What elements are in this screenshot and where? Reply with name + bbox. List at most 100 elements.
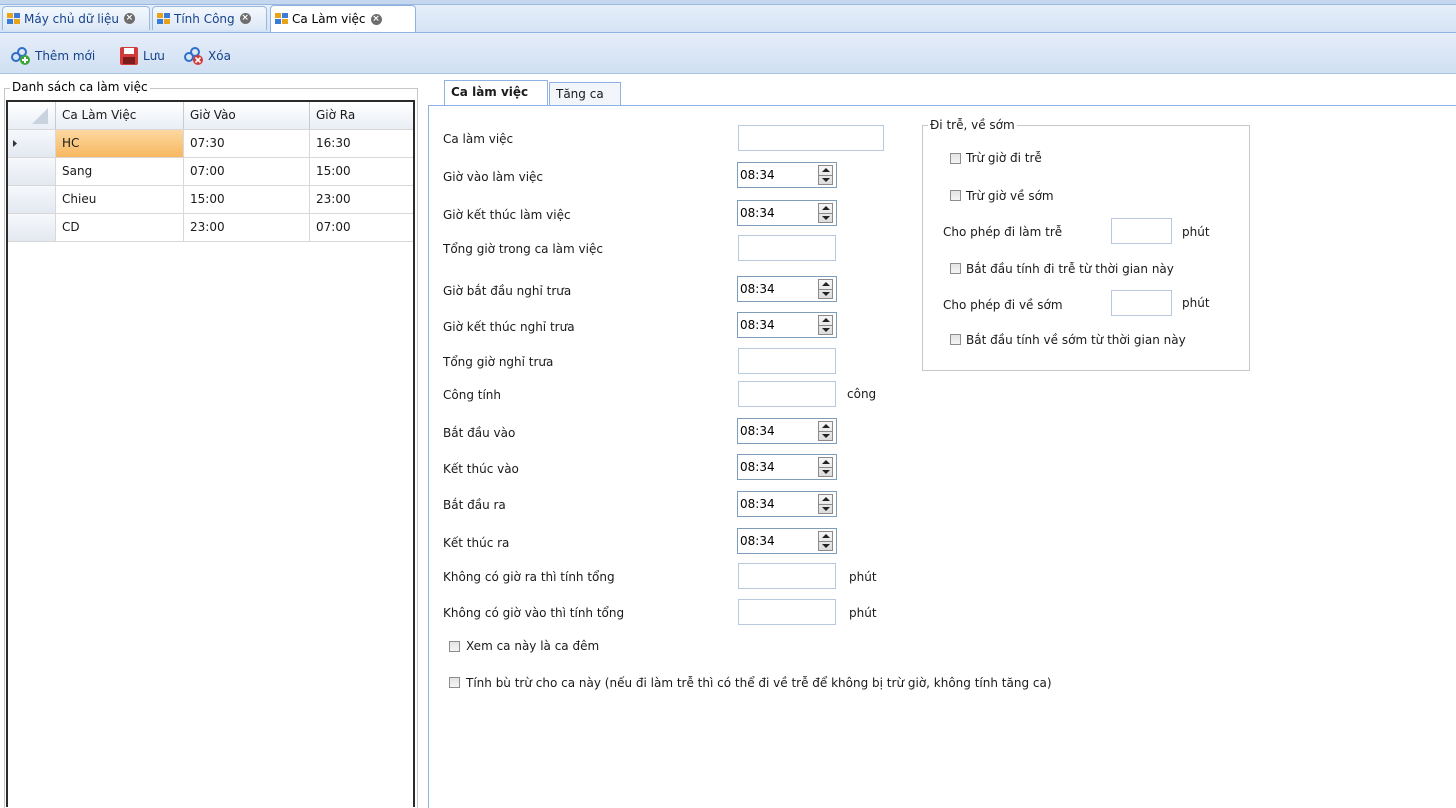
- tab-database-server[interactable]: Máy chủ dữ liệu ×: [2, 6, 150, 30]
- spin-buttons[interactable]: [818, 315, 833, 335]
- total-hours-label: Tổng giờ trong ca làm việc: [443, 242, 603, 256]
- table-row[interactable]: HC 07:30 16:30: [8, 130, 413, 158]
- deduct-early-label: Trừ giờ về sớm: [966, 189, 1054, 203]
- delete-button[interactable]: Xóa: [183, 45, 231, 67]
- tab-work-shift[interactable]: Ca Làm việc ×: [270, 5, 416, 32]
- checkout-end-spinner[interactable]: 08:34: [737, 528, 837, 554]
- table-row[interactable]: CD 23:00 07:00: [8, 214, 413, 242]
- spinner-value: 08:34: [740, 206, 775, 220]
- save-button[interactable]: Lưu: [118, 45, 165, 67]
- work-credit-label: Công tính: [443, 388, 502, 402]
- no-checkin-input[interactable]: [738, 599, 836, 625]
- grid-corner: [8, 102, 56, 129]
- early-from-label: Bắt đầu tính về sớm từ thời gian này: [966, 333, 1186, 347]
- checkin-start-spinner[interactable]: 08:34: [737, 418, 837, 444]
- cell-time-in[interactable]: 07:30: [184, 130, 310, 157]
- allow-early-label: Cho phép đi về sớm: [943, 298, 1063, 312]
- lunch-end-label: Giờ kết thúc nghỉ trưa: [443, 320, 575, 334]
- table-row[interactable]: Sang 07:00 15:00: [8, 158, 413, 186]
- total-hours-input[interactable]: [738, 235, 836, 261]
- no-checkin-unit: phút: [849, 606, 877, 620]
- form-window-icon: [157, 12, 171, 25]
- current-row-arrow-icon: [13, 140, 17, 147]
- column-header-shift-name[interactable]: Ca Làm Việc: [56, 102, 184, 129]
- delete-icon: [183, 46, 205, 66]
- allow-late-label: Cho phép đi làm trễ: [943, 225, 1063, 239]
- no-checkin-label: Không có giờ vào thì tính tổng: [443, 606, 625, 620]
- lunch-start-spinner[interactable]: 08:34: [737, 276, 837, 302]
- cell-time-in[interactable]: 15:00: [184, 186, 310, 213]
- cell-shift-name[interactable]: Sang: [56, 158, 184, 185]
- deduct-late-checkbox[interactable]: [950, 153, 961, 164]
- tab-strip-top-border: [0, 0, 1456, 5]
- cell-shift-name[interactable]: CD: [56, 214, 184, 241]
- early-from-checkbox[interactable]: [950, 334, 961, 345]
- lunch-end-spinner[interactable]: 08:34: [737, 312, 837, 338]
- add-new-label: Thêm mới: [35, 49, 96, 63]
- late-early-title: Đi trễ, về sớm: [928, 118, 1017, 132]
- lunch-start-label: Giờ bắt đầu nghỉ trưa: [443, 284, 572, 298]
- spinner-value: 08:34: [740, 318, 775, 332]
- cell-time-in[interactable]: 07:00: [184, 158, 310, 185]
- cell-time-out[interactable]: 15:00: [310, 158, 413, 185]
- checkin-end-spinner[interactable]: 08:34: [737, 454, 837, 480]
- allow-early-input[interactable]: [1111, 290, 1172, 316]
- night-shift-checkbox[interactable]: [449, 641, 460, 652]
- spin-buttons[interactable]: [818, 279, 833, 299]
- lunch-total-label: Tổng giờ nghỉ trưa: [443, 355, 554, 369]
- add-new-button[interactable]: Thêm mới: [10, 45, 95, 67]
- column-header-time-in[interactable]: Giờ Vào: [184, 102, 310, 129]
- row-indicator: [8, 130, 56, 157]
- allow-late-input[interactable]: [1111, 218, 1172, 244]
- spin-buttons[interactable]: [818, 531, 833, 551]
- lunch-total-input[interactable]: [738, 348, 836, 374]
- work-credit-input[interactable]: [738, 381, 836, 407]
- start-time-spinner[interactable]: 08:34: [737, 162, 837, 188]
- spin-buttons[interactable]: [818, 203, 833, 223]
- spin-buttons[interactable]: [818, 494, 833, 514]
- cell-time-out[interactable]: 16:30: [310, 130, 413, 157]
- add-icon: [10, 46, 32, 66]
- row-indicator: [8, 214, 56, 241]
- close-icon[interactable]: ×: [239, 13, 251, 24]
- work-credit-unit: công: [847, 387, 877, 401]
- checkout-end-label: Kết thúc ra: [443, 536, 510, 550]
- tab-label: Tính Công: [174, 11, 235, 26]
- deduct-late-label: Trừ giờ đi trễ: [966, 151, 1042, 165]
- allow-late-unit: phút: [1182, 225, 1210, 239]
- deduct-early-checkbox[interactable]: [950, 190, 961, 201]
- spin-buttons[interactable]: [818, 165, 833, 185]
- compensate-checkbox[interactable]: [449, 677, 460, 688]
- end-time-spinner[interactable]: 08:34: [737, 200, 837, 226]
- cell-time-in[interactable]: 23:00: [184, 214, 310, 241]
- document-tab-strip: Máy chủ dữ liệu × Tính Công × Ca Làm việ…: [0, 0, 1456, 33]
- checkout-start-spinner[interactable]: 08:34: [737, 491, 837, 517]
- spin-buttons[interactable]: [818, 457, 833, 477]
- shift-grid[interactable]: Ca Làm Việc Giờ Vào Giờ Ra HC 07:30 16:3…: [6, 100, 415, 807]
- row-indicator: [8, 186, 56, 213]
- save-label: Lưu: [143, 49, 165, 63]
- late-from-checkbox[interactable]: [950, 263, 961, 274]
- cell-shift-name[interactable]: Chieu: [56, 186, 184, 213]
- close-icon[interactable]: ×: [370, 13, 382, 25]
- table-row[interactable]: Chieu 15:00 23:00: [8, 186, 413, 214]
- cell-shift-name[interactable]: HC: [56, 130, 184, 157]
- cell-time-out[interactable]: 23:00: [310, 186, 413, 213]
- cell-time-out[interactable]: 07:00: [310, 214, 413, 241]
- shift-name-input[interactable]: [738, 125, 884, 151]
- no-checkout-input[interactable]: [738, 563, 836, 589]
- detail-tab-strip: Ca làm việc Tăng ca: [428, 80, 1456, 106]
- allow-early-unit: phút: [1182, 296, 1210, 310]
- tab-timekeeping[interactable]: Tính Công ×: [152, 6, 267, 30]
- tab-overtime[interactable]: Tăng ca: [549, 82, 621, 106]
- form-window-icon: [275, 13, 289, 25]
- tab-work-shift-detail[interactable]: Ca làm việc: [444, 80, 548, 106]
- spinner-value: 08:34: [740, 497, 775, 511]
- close-icon[interactable]: ×: [123, 13, 135, 24]
- checkin-start-label: Bắt đầu vào: [443, 426, 516, 440]
- shift-name-label: Ca làm việc: [443, 132, 514, 146]
- spinner-value: 08:34: [740, 424, 775, 438]
- no-checkout-label: Không có giờ ra thì tính tổng: [443, 570, 615, 584]
- column-header-time-out[interactable]: Giờ Ra: [310, 102, 413, 129]
- spin-buttons[interactable]: [818, 421, 833, 441]
